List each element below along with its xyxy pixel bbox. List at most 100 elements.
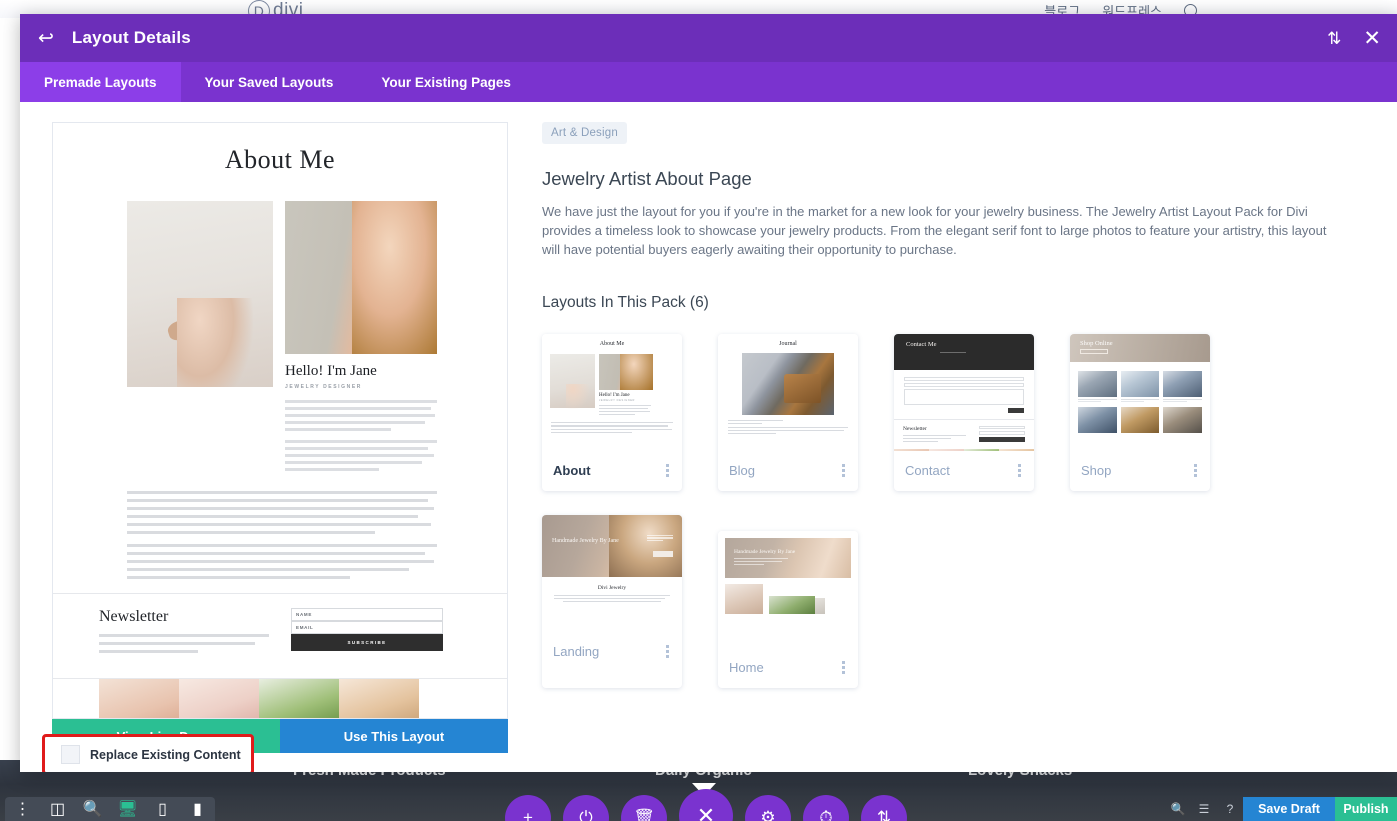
preview-page-title: About Me bbox=[224, 145, 336, 174]
more-options-icon[interactable] bbox=[839, 461, 848, 480]
preview-email-field[interactable]: EMAIL bbox=[291, 621, 443, 634]
divi-main-toolbar: + ⏻ 🗑 ✕ ⚙ ⏱ ⇅ bbox=[505, 789, 907, 821]
thumb-sub-about: Hello! I'm Jane bbox=[599, 392, 630, 398]
save-draft-label: Save Draft bbox=[1258, 802, 1320, 816]
layout-card-name-shop: Shop bbox=[1081, 463, 1112, 479]
replace-existing-content-checkbox[interactable] bbox=[61, 745, 80, 764]
tab-your-existing-pages[interactable]: Your Existing Pages bbox=[357, 62, 535, 102]
layout-card-footer-landing: Landing bbox=[542, 632, 682, 672]
layout-card-name-landing: Landing bbox=[553, 644, 600, 660]
layout-card-landing[interactable]: Handmade Jewelry By Jane Divi Jewelry La… bbox=[542, 514, 682, 688]
more-options-icon[interactable]: ⋮ bbox=[5, 797, 40, 821]
layout-card-footer-about: About bbox=[542, 451, 682, 491]
layout-card-about[interactable]: About Me Hello! I'm Jane JEWELRY DESIGNE… bbox=[542, 333, 682, 491]
preview-gallery-image-3 bbox=[259, 679, 339, 718]
preview-gallery-image-2 bbox=[179, 679, 259, 718]
layout-preview-frame: About Me Hello! I'm Jane JEWELRY DESIGNE… bbox=[52, 122, 508, 719]
layout-preview-column: About Me Hello! I'm Jane JEWELRY DESIGNE… bbox=[20, 122, 510, 772]
layout-card-name-blog: Blog bbox=[729, 463, 756, 479]
sort-icon[interactable]: ⇅ bbox=[1327, 30, 1341, 47]
divi-right-toolbar: 🔍 ☰ ? Save Draft Publish bbox=[1165, 797, 1397, 821]
preview-hero-right: Hello! I'm Jane JEWELRY DESIGNER bbox=[285, 201, 437, 475]
thumb-kicker-about: JEWELRY DESIGNER bbox=[599, 398, 636, 402]
wireframe-icon[interactable]: ◫ bbox=[40, 797, 75, 821]
divi-device-toolbar: ⋮ ◫ 🔍 🖥 ▯ ▮ bbox=[5, 797, 215, 821]
preview-hero-paragraph bbox=[285, 400, 437, 471]
modal-body: About Me Hello! I'm Jane JEWELRY DESIGNE… bbox=[20, 102, 1397, 772]
layout-cards-grid: About Me Hello! I'm Jane JEWELRY DESIGNE… bbox=[542, 333, 1357, 688]
close-icon[interactable]: ✕ bbox=[679, 789, 733, 821]
more-options-icon[interactable] bbox=[839, 658, 848, 677]
preview-subscribe-button[interactable]: SUBSCRIBE bbox=[291, 634, 443, 651]
layout-description: We have just the layout for you if you'r… bbox=[542, 204, 1327, 257]
layout-card-footer-blog: Blog bbox=[718, 451, 858, 491]
publish-label: Publish bbox=[1343, 802, 1389, 816]
layout-thumbnail-contact: Contact Me Newsletter bbox=[894, 333, 1034, 451]
layout-thumbnail-shop: Shop Online bbox=[1070, 333, 1210, 451]
layout-card-shop[interactable]: Shop Online Shop bbox=[1070, 333, 1210, 491]
preview-kicker: JEWELRY DESIGNER bbox=[285, 384, 362, 390]
preview-gallery-image-4 bbox=[339, 679, 419, 718]
layout-card-name-home: Home bbox=[729, 660, 764, 676]
history-icon[interactable]: ⏱ bbox=[803, 795, 849, 821]
modal-title: Layout Details bbox=[71, 28, 191, 47]
preview-image-arm bbox=[127, 201, 273, 387]
page-title: Jewelry Artist About Page bbox=[542, 168, 752, 189]
preview-newsletter-text bbox=[99, 634, 269, 653]
preview-gallery-image-1 bbox=[99, 679, 179, 718]
gear-icon[interactable]: ⚙ bbox=[745, 795, 791, 821]
preview-subtitle: Hello! I'm Jane bbox=[285, 363, 377, 379]
sort-icon[interactable]: ⇅ bbox=[861, 795, 907, 821]
publish-button[interactable]: Publish bbox=[1335, 797, 1397, 821]
layout-card-name-about: About bbox=[553, 463, 591, 479]
layout-details-column: Art & Design Jewelry Artist About Page W… bbox=[510, 122, 1397, 772]
modal-header: ↩ Layout Details ⇅ ✕ bbox=[20, 14, 1397, 62]
preview-newsletter-section: Newsletter NAME EMAIL SUBSCRIBE bbox=[53, 594, 507, 668]
thumb-title-home: Handmade Jewelry By Jane bbox=[734, 548, 796, 555]
save-draft-button[interactable]: Save Draft bbox=[1243, 797, 1335, 821]
help-icon[interactable]: ? bbox=[1217, 797, 1243, 821]
tab-premade-layouts-label: Premade Layouts bbox=[44, 74, 157, 90]
layout-card-home[interactable]: Handmade Jewelry By Jane Home bbox=[718, 530, 858, 688]
layout-thumbnail-blog: Journal bbox=[718, 333, 858, 451]
close-icon[interactable]: ✕ bbox=[1363, 28, 1381, 49]
preview-image-portrait bbox=[285, 201, 437, 354]
modal-header-actions: ⇅ ✕ bbox=[1327, 14, 1381, 62]
thumb-title-contact: Contact Me bbox=[906, 340, 937, 348]
pack-heading: Layouts In This Pack (6) bbox=[542, 293, 709, 311]
search-icon[interactable]: 🔍 bbox=[1165, 797, 1191, 821]
category-badge[interactable]: Art & Design bbox=[542, 122, 627, 144]
use-this-layout-button[interactable]: Use This Layout bbox=[280, 719, 508, 753]
layers-icon[interactable]: ☰ bbox=[1191, 797, 1217, 821]
layout-card-contact[interactable]: Contact Me Newsletter Contact bbox=[894, 333, 1034, 491]
more-options-icon[interactable] bbox=[1191, 461, 1200, 480]
more-options-icon[interactable] bbox=[1015, 461, 1024, 480]
preview-body-paragraphs bbox=[127, 491, 437, 579]
zoom-icon[interactable]: 🔍 bbox=[75, 797, 110, 821]
power-icon[interactable]: ⏻ bbox=[563, 795, 609, 821]
preview-name-field[interactable]: NAME bbox=[291, 608, 443, 621]
replace-existing-content-highlight: Replace Existing Content bbox=[42, 734, 254, 772]
preview-hero: Hello! I'm Jane JEWELRY DESIGNER bbox=[127, 201, 507, 475]
tab-your-saved-layouts[interactable]: Your Saved Layouts bbox=[181, 62, 358, 102]
phone-icon[interactable]: ▮ bbox=[180, 797, 215, 821]
trash-icon[interactable]: 🗑 bbox=[621, 795, 667, 821]
modal-tabs: Premade Layouts Your Saved Layouts Your … bbox=[20, 62, 1397, 102]
layout-card-footer-contact: Contact bbox=[894, 451, 1034, 491]
use-this-layout-label: Use This Layout bbox=[343, 728, 445, 744]
back-arrow-icon[interactable]: ↩ bbox=[38, 29, 54, 48]
desktop-icon[interactable]: 🖥 bbox=[110, 797, 145, 821]
layout-thumbnail-about: About Me Hello! I'm Jane JEWELRY DESIGNE… bbox=[542, 333, 682, 451]
more-options-icon[interactable] bbox=[663, 642, 672, 661]
tab-your-existing-pages-label: Your Existing Pages bbox=[381, 74, 511, 90]
layout-card-name-contact: Contact bbox=[905, 463, 950, 479]
layout-thumbnail-landing: Handmade Jewelry By Jane Divi Jewelry bbox=[542, 514, 682, 632]
preview-newsletter-heading: Newsletter bbox=[99, 608, 169, 625]
tablet-icon[interactable]: ▯ bbox=[145, 797, 180, 821]
more-options-icon[interactable] bbox=[663, 461, 672, 480]
tab-premade-layouts[interactable]: Premade Layouts bbox=[20, 62, 181, 102]
preview-gallery bbox=[53, 678, 507, 718]
layout-card-blog[interactable]: Journal Blog bbox=[718, 333, 858, 491]
layout-card-footer-shop: Shop bbox=[1070, 451, 1210, 491]
add-icon[interactable]: + bbox=[505, 795, 551, 821]
